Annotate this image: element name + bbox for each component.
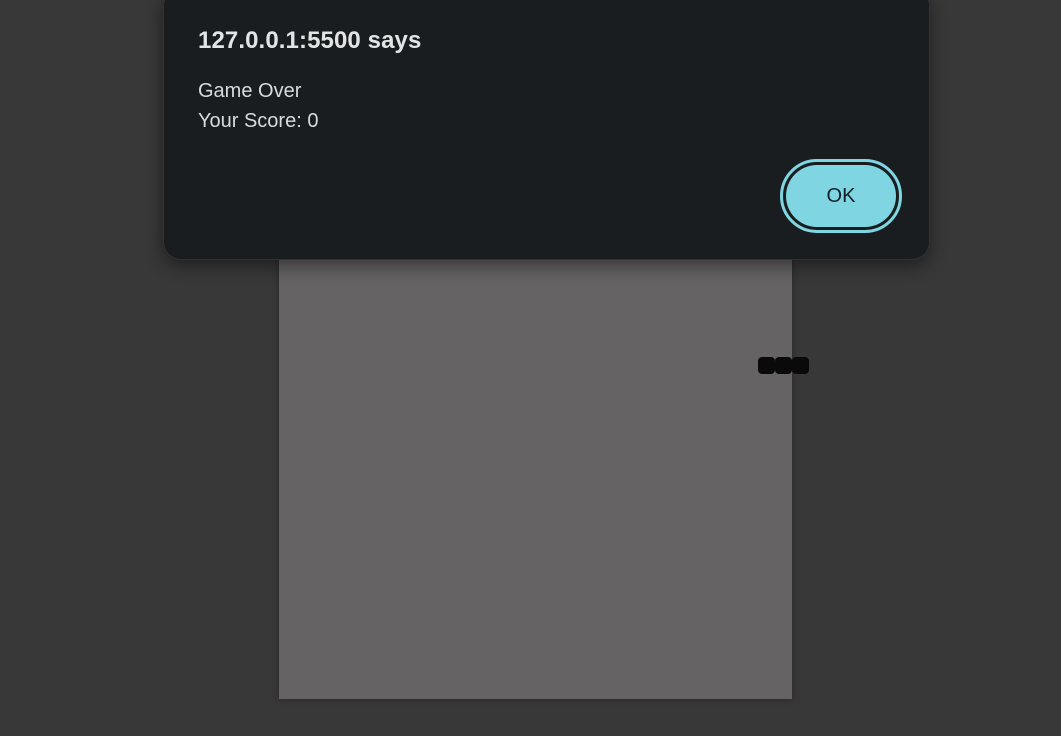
snake-segment <box>775 357 792 374</box>
snake-segment <box>758 357 775 374</box>
ok-button[interactable]: OK <box>780 159 902 233</box>
snake <box>758 357 809 374</box>
dialog-title: 127.0.0.1:5500 says <box>198 27 422 54</box>
page: 127.0.0.1:5500 says Game Over Your Score… <box>0 0 1061 736</box>
dialog-message-score: Your Score: 0 <box>198 110 319 132</box>
alert-dialog: 127.0.0.1:5500 says Game Over Your Score… <box>163 0 930 260</box>
snake-segment <box>792 357 809 374</box>
ok-button-label: OK <box>786 165 896 227</box>
dialog-message-game-over: Game Over <box>198 80 302 102</box>
